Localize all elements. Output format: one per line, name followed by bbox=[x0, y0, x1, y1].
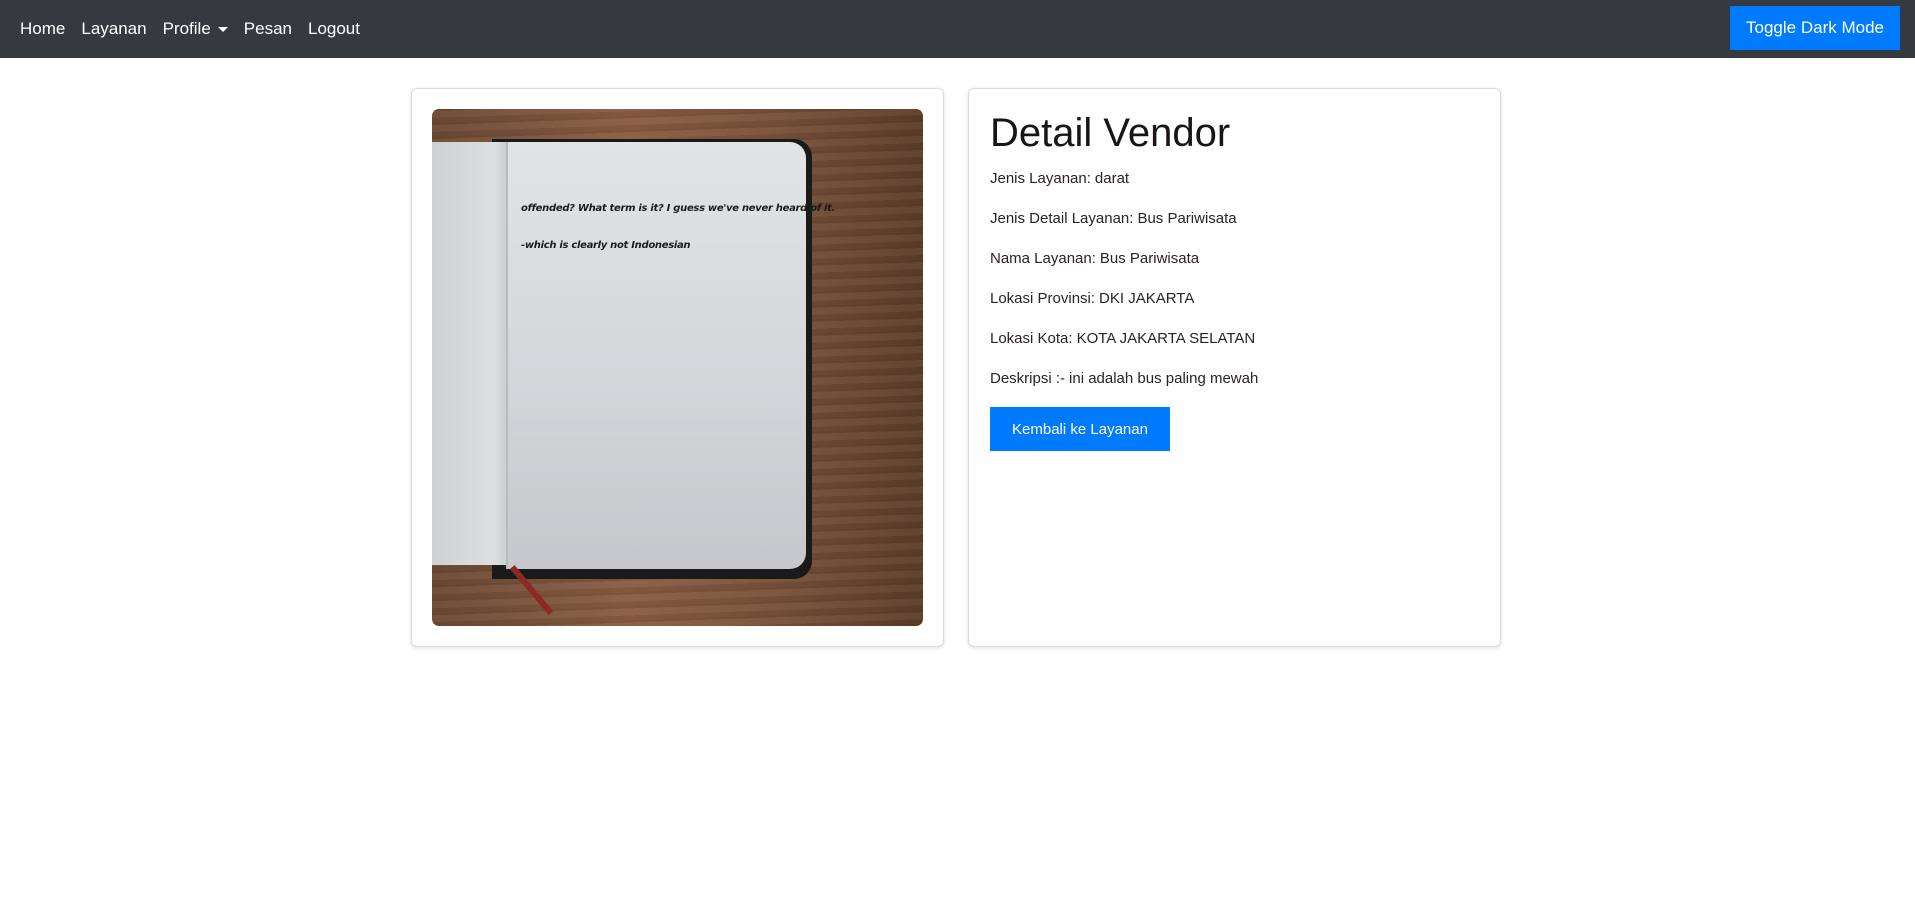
detail-jenis-layanan: Jenis Layanan: darat bbox=[990, 167, 1479, 191]
detail-value: DKI JAKARTA bbox=[1099, 290, 1195, 307]
nav-link-home[interactable]: Home bbox=[20, 19, 65, 39]
navbar: Home Layanan Profile Pesan Logout Toggle… bbox=[0, 0, 1915, 58]
detail-lokasi-provinsi: Lokasi Provinsi: DKI JAKARTA bbox=[990, 287, 1479, 311]
nav-dropdown-profile[interactable]: Profile bbox=[163, 19, 228, 39]
nav-link-layanan[interactable]: Layanan bbox=[81, 19, 146, 39]
detail-label: Lokasi Kota: bbox=[990, 330, 1073, 347]
detail-value: Bus Pariwisata bbox=[1099, 250, 1200, 267]
detail-value: Bus Pariwisata bbox=[1137, 210, 1237, 227]
detail-label: Jenis Detail Layanan: bbox=[990, 210, 1134, 227]
nav-link-logout[interactable]: Logout bbox=[308, 19, 360, 39]
handwriting-line-1: offended? What term is it? I guess we've… bbox=[521, 203, 836, 214]
caret-down-icon bbox=[217, 26, 228, 32]
vendor-image-card: offended? What term is it? I guess we've… bbox=[411, 88, 944, 647]
detail-jenis-detail-layanan: Jenis Detail Layanan: Bus Pariwisata bbox=[990, 207, 1479, 231]
detail-deskripsi: Deskripsi :- ini adalah bus paling mewah bbox=[990, 367, 1479, 391]
toggle-dark-mode-button[interactable]: Toggle Dark Mode bbox=[1730, 6, 1900, 50]
nav-links: Home Layanan Profile Pesan Logout bbox=[0, 0, 376, 58]
vendor-detail-card: Detail Vendor Jenis Layanan: darat Jenis … bbox=[968, 88, 1501, 647]
notebook-left-page bbox=[432, 142, 510, 565]
detail-label: Deskripsi :- bbox=[990, 370, 1066, 387]
detail-value: darat bbox=[1094, 170, 1130, 187]
detail-label: Lokasi Provinsi: bbox=[990, 290, 1096, 307]
detail-label: Jenis Layanan: bbox=[990, 170, 1091, 187]
back-to-layanan-button[interactable]: Kembali ke Layanan bbox=[990, 407, 1170, 451]
detail-value: KOTA JAKARTA SELATAN bbox=[1076, 330, 1256, 347]
handwriting-line-2: -which is clearly not Indonesian bbox=[521, 240, 691, 251]
detail-nama-layanan: Nama Layanan: Bus Pariwisata bbox=[990, 247, 1479, 271]
vendor-photo: offended? What term is it? I guess we've… bbox=[432, 109, 923, 626]
detail-label: Nama Layanan: bbox=[990, 250, 1096, 267]
nav-link-profile-label: Profile bbox=[162, 19, 211, 38]
nav-link-pesan[interactable]: Pesan bbox=[244, 19, 292, 39]
detail-value: ini adalah bus paling mewah bbox=[1069, 370, 1259, 387]
detail-lokasi-kota: Lokasi Kota: KOTA JAKARTA SELATAN bbox=[990, 327, 1479, 351]
page-title: Detail Vendor bbox=[990, 111, 1231, 155]
